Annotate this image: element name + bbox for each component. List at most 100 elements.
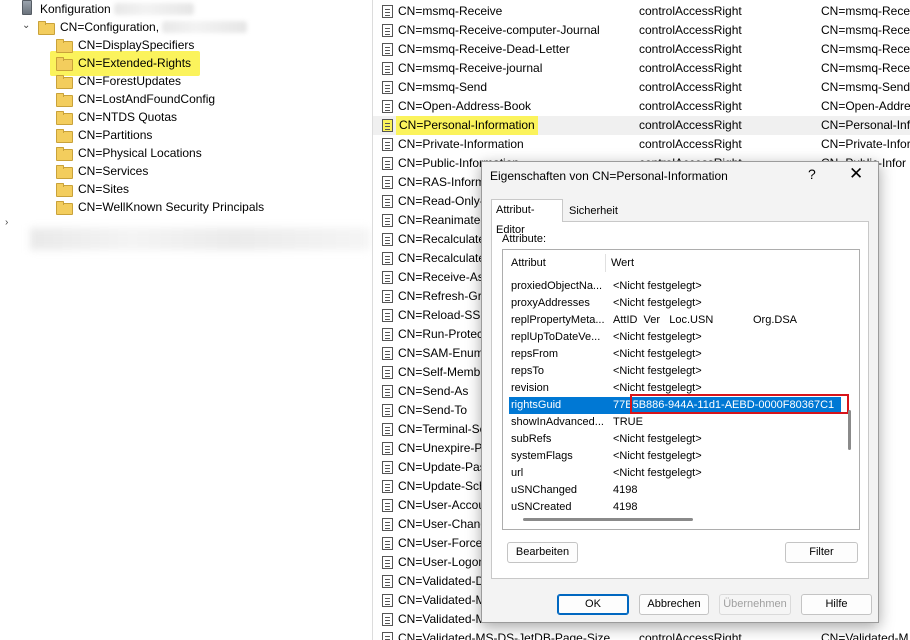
attribute-name: url — [511, 467, 524, 479]
tree-node-label: CN=Sites — [78, 182, 130, 196]
tree-node-services[interactable]: CN=Services — [56, 162, 148, 180]
tree-node-wellknown-security-principals[interactable]: CN=WellKnown Security Principals — [56, 198, 264, 216]
folder-icon — [56, 75, 73, 89]
attribute-row[interactable]: systemFlags <Nicht festgelegt> — [509, 448, 841, 465]
folder-icon — [56, 39, 73, 53]
attribute-row[interactable]: proxyAddresses <Nicht festgelegt> — [509, 295, 841, 312]
tree-node-label: CN=WellKnown Security Principals — [78, 200, 265, 214]
properties-dialog[interactable]: Eigenschaften von CN=Personal-Informatio… — [481, 161, 879, 623]
ok-button[interactable]: OK — [557, 594, 629, 615]
tab-attribute-editor[interactable]: Attribut-Editor — [491, 199, 563, 236]
attribute-row[interactable]: showInAdvanced... TRUE — [509, 414, 841, 431]
tree-node-forestupdates[interactable]: CN=ForestUpdates — [56, 72, 181, 90]
tree-node-lostandfoundconfig[interactable]: CN=LostAndFoundConfig — [56, 90, 215, 108]
tree-node-label: CN=Partitions — [78, 128, 153, 142]
folder-icon — [38, 21, 55, 35]
list-item-dn: CN=msmq-Rece — [821, 4, 910, 18]
tree-pane[interactable]: Konfiguration ⌄ CN=Configuration, CN=Dis… — [0, 0, 372, 640]
folder-icon — [56, 183, 73, 197]
list-item-dn: CN=msmq-Rece — [821, 61, 910, 75]
attribute-row[interactable]: repsTo <Nicht festgelegt> — [509, 363, 841, 380]
document-icon — [382, 575, 393, 588]
folder-icon — [56, 147, 73, 161]
chevron-right-icon[interactable]: › — [5, 214, 8, 232]
tree-node-partitions[interactable]: CN=Partitions — [56, 126, 152, 144]
list-item[interactable]: CN=msmq-Receive-journal controlAccessRigh… — [373, 59, 910, 78]
document-icon — [382, 100, 393, 113]
attribute-value: <Nicht festgelegt> — [613, 433, 702, 445]
help-button[interactable]: Hilfe — [801, 594, 872, 615]
tree-node-root[interactable]: Konfiguration — [22, 0, 195, 18]
attribute-value: <Nicht festgelegt> — [613, 365, 702, 377]
column-separator[interactable] — [605, 254, 606, 272]
list-item-name: CN=Run-Protec — [398, 327, 484, 341]
attribute-row[interactable]: proxiedObjectNa... <Nicht festgelegt> — [509, 278, 841, 295]
attribute-row[interactable]: subRefs <Nicht festgelegt> — [509, 431, 841, 448]
list-item-dn: CN=msmq-Send — [821, 80, 910, 94]
vertical-scrollbar[interactable] — [848, 410, 851, 450]
attribute-row[interactable]: url <Nicht festgelegt> — [509, 465, 841, 482]
document-icon — [382, 119, 393, 132]
list-item[interactable]: CN=Open-Address-Book controlAccessRight CN… — [373, 97, 910, 116]
list-item-name: CN=Validated-M — [398, 593, 486, 607]
tree-node-ntds-quotas[interactable]: CN=NTDS Quotas — [56, 108, 177, 126]
list-item-name: CN=msmq-Receive-Dead-Letter — [398, 42, 570, 56]
list-item-name: CN=Receive-As — [398, 270, 484, 284]
attribute-name: replUpToDateVe... — [511, 331, 601, 343]
list-item[interactable]: CN=msmq-Receive-computer-Journal controlA… — [373, 21, 910, 40]
attribute-value: <Nicht festgelegt> — [613, 467, 702, 479]
list-item-name: CN=Open-Address-Book — [398, 99, 532, 113]
tree-node-sites[interactable]: CN=Sites — [56, 180, 129, 198]
help-icon[interactable]: ? — [808, 166, 816, 182]
attribute-row[interactable]: uSNCreated 4198 — [509, 499, 841, 516]
attribute-list[interactable]: Attribut Wert proxiedObjectNa... <Nicht f… — [502, 249, 860, 530]
tree-node-extended-rights[interactable]: CN=Extended-Rights — [56, 54, 191, 72]
list-item-name: CN=Validated-D — [398, 574, 485, 588]
list-item[interactable]: CN=Validated-MS-DS-JetDB-Page-Size contro… — [373, 629, 910, 640]
tree-node-configuration[interactable]: CN=Configuration, — [38, 18, 248, 36]
attribute-row[interactable]: replPropertyMeta... AttID Ver Loc.USN Org… — [509, 312, 841, 329]
document-icon — [382, 385, 393, 398]
attribute-value: <Nicht festgelegt> — [613, 348, 702, 360]
list-item[interactable]: CN=Personal-Information controlAccessRigh… — [373, 116, 910, 135]
attribute-row[interactable]: uSNChanged 4198 — [509, 482, 841, 499]
list-item-name: CN=Recalculate — [398, 251, 486, 265]
attribute-value: <Nicht festgelegt> — [613, 331, 702, 343]
tab-security[interactable]: Sicherheit — [565, 201, 623, 221]
tree-root-label: Konfiguration — [40, 2, 111, 16]
document-icon — [382, 309, 393, 322]
chevron-down-icon[interactable]: ⌄ — [22, 17, 30, 35]
filter-button[interactable]: Filter — [785, 542, 858, 563]
document-icon — [382, 537, 393, 550]
cancel-button[interactable]: Abbrechen — [639, 594, 709, 615]
document-icon — [382, 499, 393, 512]
apply-button[interactable]: Übernehmen — [719, 594, 791, 615]
column-header-attribute[interactable]: Attribut — [511, 250, 546, 276]
horizontal-scrollbar[interactable] — [523, 518, 693, 521]
tree-node-displayspecifiers[interactable]: CN=DisplaySpecifiers — [56, 36, 194, 54]
attribute-value: <Nicht festgelegt> — [613, 280, 702, 292]
column-header-value[interactable]: Wert — [611, 250, 634, 276]
document-icon — [382, 233, 393, 246]
list-item-name: CN=Validated-M — [398, 612, 486, 626]
close-icon[interactable]: ✕ — [849, 164, 863, 184]
document-icon — [382, 81, 393, 94]
edit-button[interactable]: Bearbeiten — [507, 542, 578, 563]
list-item[interactable]: CN=msmq-Send controlAccessRight CN=msmq-Se… — [373, 78, 910, 97]
tree-config-label: CN=Configuration, — [60, 20, 160, 34]
list-item[interactable]: CN=msmq-Receive controlAccessRight CN=msmq… — [373, 2, 910, 21]
attribute-name: uSNCreated — [511, 501, 572, 513]
dialog-title: Eigenschaften von CN=Personal-Informatio… — [490, 169, 728, 183]
document-icon — [382, 43, 393, 56]
tree-node-physical-locations[interactable]: CN=Physical Locations — [56, 144, 202, 162]
attribute-name: rightsGuid — [511, 399, 562, 411]
attribute-name: subRefs — [511, 433, 552, 445]
attribute-value: 4198 — [613, 501, 638, 513]
list-item[interactable]: CN=msmq-Receive-Dead-Letter controlAccess… — [373, 40, 910, 59]
list-item-class: controlAccessRight — [639, 42, 742, 56]
list-item[interactable]: CN=Private-Information controlAccessRight… — [373, 135, 910, 154]
attribute-row[interactable]: repsFrom <Nicht festgelegt> — [509, 346, 841, 363]
attribute-row[interactable]: replUpToDateVe... <Nicht festgelegt> — [509, 329, 841, 346]
tree-node-label: CN=Physical Locations — [78, 146, 202, 160]
list-item-dn: CN=Personal-Infc — [821, 118, 910, 132]
